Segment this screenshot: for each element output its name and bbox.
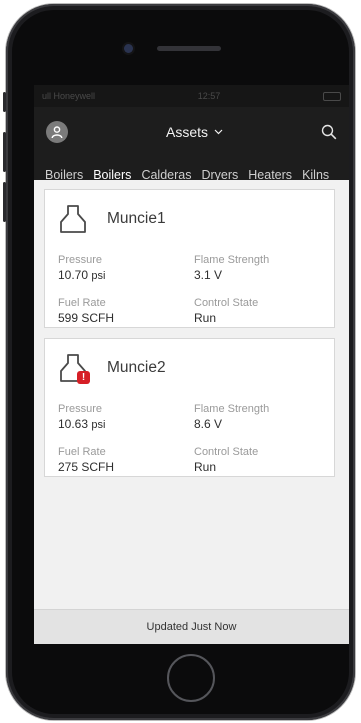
status-time: 12:57	[197, 91, 221, 101]
status-bar: ull Honeywell 12:57	[34, 85, 349, 107]
pressure-value-row: 10.70 psi	[58, 268, 105, 282]
earpiece-speaker	[157, 46, 221, 51]
asset-card[interactable]: ! Muncie2 Pressure 10.63 psi Flame Stren…	[44, 338, 335, 477]
page-title: Assets	[165, 124, 208, 140]
asset-card[interactable]: Muncie1 Pressure 10.70 psi Flame Strengt…	[44, 189, 335, 328]
app-screen: ull Honeywell 12:57 Assets Boilers Boile…	[34, 85, 349, 644]
boiler-alert-icon-wrap: !	[59, 353, 90, 384]
user-avatar-button[interactable]	[46, 121, 68, 143]
control-state-value: Run	[194, 311, 217, 325]
control-state-label: Control State	[194, 297, 259, 309]
flame-strength-value: 8.6 V	[194, 417, 223, 431]
asset-card-header: Muncie1	[45, 190, 334, 234]
nav-bar: Assets	[34, 107, 349, 157]
pressure-field: Pressure 10.70 psi	[58, 254, 105, 282]
pressure-label: Pressure	[58, 254, 103, 266]
volume-down-button	[3, 182, 6, 222]
carrier-label: ull Honeywell	[42, 91, 96, 101]
pressure-unit: psi	[91, 419, 106, 431]
fuel-rate-value: 599 SCFH	[58, 311, 115, 325]
flame-strength-field: Flame Strength 8.6 V	[194, 403, 269, 431]
pressure-value: 10.70	[58, 268, 89, 282]
asset-name: Muncie1	[107, 210, 166, 227]
control-state-label: Control State	[194, 446, 259, 458]
volume-up-button	[3, 132, 6, 172]
pressure-label: Pressure	[58, 403, 103, 415]
mute-switch	[3, 92, 6, 112]
fuel-rate-label: Fuel Rate	[58, 297, 106, 309]
fuel-rate-value: 275 SCFH	[58, 460, 115, 474]
home-button[interactable]	[167, 654, 215, 702]
user-icon	[51, 126, 63, 139]
pressure-field: Pressure 10.63 psi	[58, 403, 105, 431]
fuel-rate-field: Fuel Rate 599 SCFH	[58, 297, 114, 325]
asset-list: Muncie1 Pressure 10.70 psi Flame Strengt…	[34, 180, 349, 644]
chevron-down-icon	[214, 129, 223, 135]
alert-badge-icon: !	[77, 371, 90, 384]
updated-status-bar: Updated Just Now	[34, 609, 349, 644]
control-state-value: Run	[194, 460, 217, 474]
flame-strength-label: Flame Strength	[194, 254, 270, 266]
updated-text: Updated Just Now	[146, 621, 237, 633]
flame-strength-label: Flame Strength	[194, 403, 270, 415]
pressure-value-row: 10.63 psi	[58, 417, 105, 431]
fuel-rate-label: Fuel Rate	[58, 446, 106, 458]
flame-strength-value: 3.1 V	[194, 268, 223, 282]
pressure-unit: psi	[91, 270, 106, 282]
control-state-field: Control State Run	[194, 297, 258, 325]
assets-dropdown[interactable]: Assets	[166, 124, 223, 140]
flame-strength-field: Flame Strength 3.1 V	[194, 254, 269, 282]
battery-icon	[323, 91, 341, 101]
front-camera	[124, 44, 133, 53]
boiler-icon	[60, 205, 86, 233]
pressure-value: 10.63	[58, 417, 89, 431]
fuel-rate-field: Fuel Rate 275 SCFH	[58, 446, 114, 474]
search-icon[interactable]	[321, 124, 337, 140]
asset-card-header: ! Muncie2	[45, 339, 334, 384]
asset-name: Muncie2	[107, 359, 166, 376]
control-state-field: Control State Run	[194, 446, 258, 474]
